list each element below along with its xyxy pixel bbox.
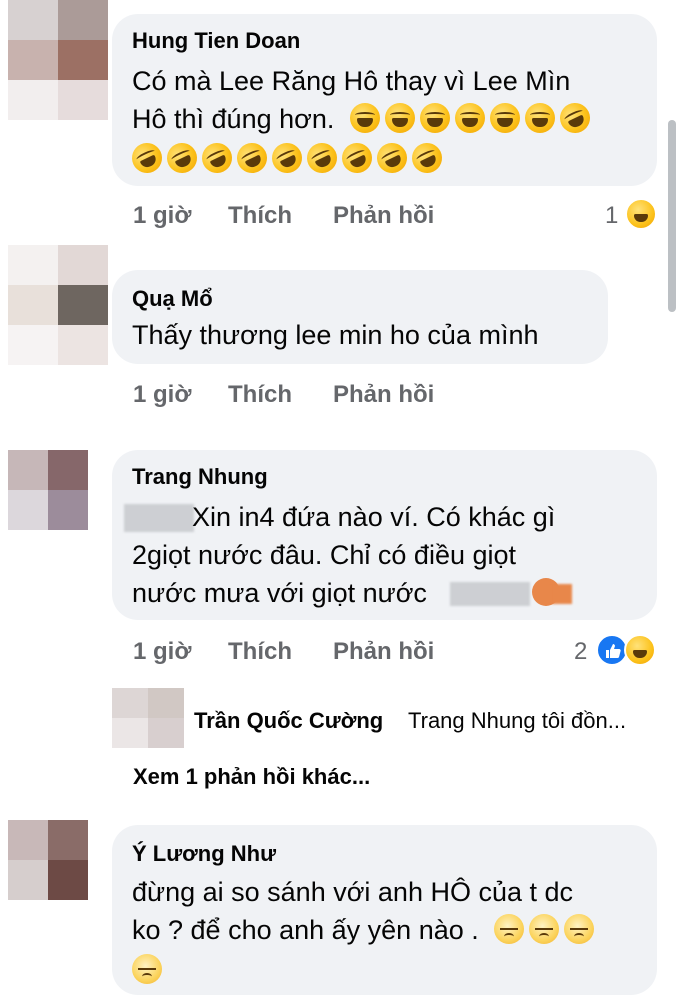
rolling-laughing-icon: [232, 138, 272, 178]
comment-text-line: ko ? để cho anh ấy yên nào .: [132, 915, 479, 945]
redacted-text: [450, 582, 530, 606]
laughing-face-icon: [349, 103, 380, 133]
haha-icon[interactable]: [624, 634, 656, 666]
rolling-laughing-icon: [267, 138, 307, 178]
comment-time[interactable]: 1 giờ: [133, 202, 191, 230]
laughing-face-icon: [419, 103, 450, 133]
rolling-laughing-icon: [127, 138, 167, 178]
like-button[interactable]: Thích: [228, 638, 292, 666]
laughing-face-icon: [524, 103, 555, 133]
comment-time[interactable]: 1 giờ: [133, 381, 191, 409]
comment-author[interactable]: Quạ Mổ: [132, 286, 213, 312]
steam-face-icon: [529, 914, 560, 944]
rolling-laughing-icon: [372, 138, 412, 178]
laughing-face-icon: [384, 103, 415, 133]
steam-face-icon: [564, 914, 595, 944]
reply-button[interactable]: Phản hồi: [333, 638, 434, 666]
view-more-replies[interactable]: Xem 1 phản hồi khác...: [133, 764, 370, 790]
avatar[interactable]: [8, 245, 108, 365]
laughing-face-icon: [489, 103, 520, 133]
comment-text: Có mà Lee Răng Hô thay vì Lee Mìn: [132, 66, 571, 96]
reply-button[interactable]: Phản hồi: [333, 202, 434, 230]
comment-bubble: Trang Nhung Xin in4 đứa nào ví. Có khác …: [112, 450, 657, 620]
like-button[interactable]: Thích: [228, 381, 292, 409]
comment-text: Hô thì đúng hơn.: [132, 98, 595, 138]
reaction-count[interactable]: 1: [605, 202, 618, 230]
rolling-laughing-icon: [407, 138, 447, 178]
comment-text: nước mưa với giọt nước: [132, 578, 427, 608]
avatar[interactable]: [8, 0, 108, 120]
reply-preview[interactable]: Trang Nhung tôi đồn...: [408, 708, 626, 734]
rolling-laughing-icon: [302, 138, 342, 178]
reply-author[interactable]: Trần Quốc Cường: [194, 708, 383, 734]
comment-text: ko ? để cho anh ấy yên nào .: [132, 911, 599, 949]
haha-icon[interactable]: [625, 198, 657, 230]
comment-bubble: Ý Lương Như đừng ai so sánh với anh HÔ c…: [112, 825, 657, 995]
comment-bubble: Quạ Mổ Thấy thương lee min ho của mình: [112, 270, 608, 364]
rolling-laughing-icon: [554, 98, 595, 138]
redacted-mention: [124, 504, 194, 532]
comment-author[interactable]: Ý Lương Như: [132, 841, 276, 867]
comment-bubble: Hung Tien Doan Có mà Lee Răng Hô thay vì…: [112, 14, 657, 186]
comment-author[interactable]: Hung Tien Doan: [132, 28, 300, 54]
comment-text: 2giọt nước đâu. Chỉ có điều giọt: [132, 540, 517, 570]
laughing-emoji-group: [349, 98, 595, 138]
laughing-face-icon: [454, 103, 485, 133]
scrollbar[interactable]: [668, 120, 676, 312]
emoji-line: [132, 951, 167, 989]
comment-author[interactable]: Trang Nhung: [132, 464, 268, 490]
avatar[interactable]: [112, 688, 184, 748]
avatar[interactable]: [8, 820, 88, 900]
like-button[interactable]: Thích: [228, 202, 292, 230]
comment-text-line: Hô thì đúng hơn.: [132, 104, 335, 134]
steam-face-icon: [494, 914, 525, 944]
reaction-count[interactable]: 2: [574, 638, 587, 666]
comment-time[interactable]: 1 giờ: [133, 638, 191, 666]
avatar[interactable]: [8, 450, 88, 530]
comment-text: Thấy thương lee min ho của mình: [132, 320, 539, 350]
comment-text: Xin in4 đứa nào ví. Có khác gì: [192, 502, 556, 532]
rolling-laughing-icon: [337, 138, 377, 178]
redacted-text: [552, 584, 572, 604]
rolling-laughing-icon: [162, 138, 202, 178]
rolling-laughing-icon: [197, 138, 237, 178]
emoji-line: [127, 138, 447, 178]
comment-text: đừng ai so sánh với anh HÔ của t dc: [132, 877, 574, 907]
steam-face-icon: [132, 954, 162, 984]
reply-button[interactable]: Phản hồi: [333, 381, 434, 409]
